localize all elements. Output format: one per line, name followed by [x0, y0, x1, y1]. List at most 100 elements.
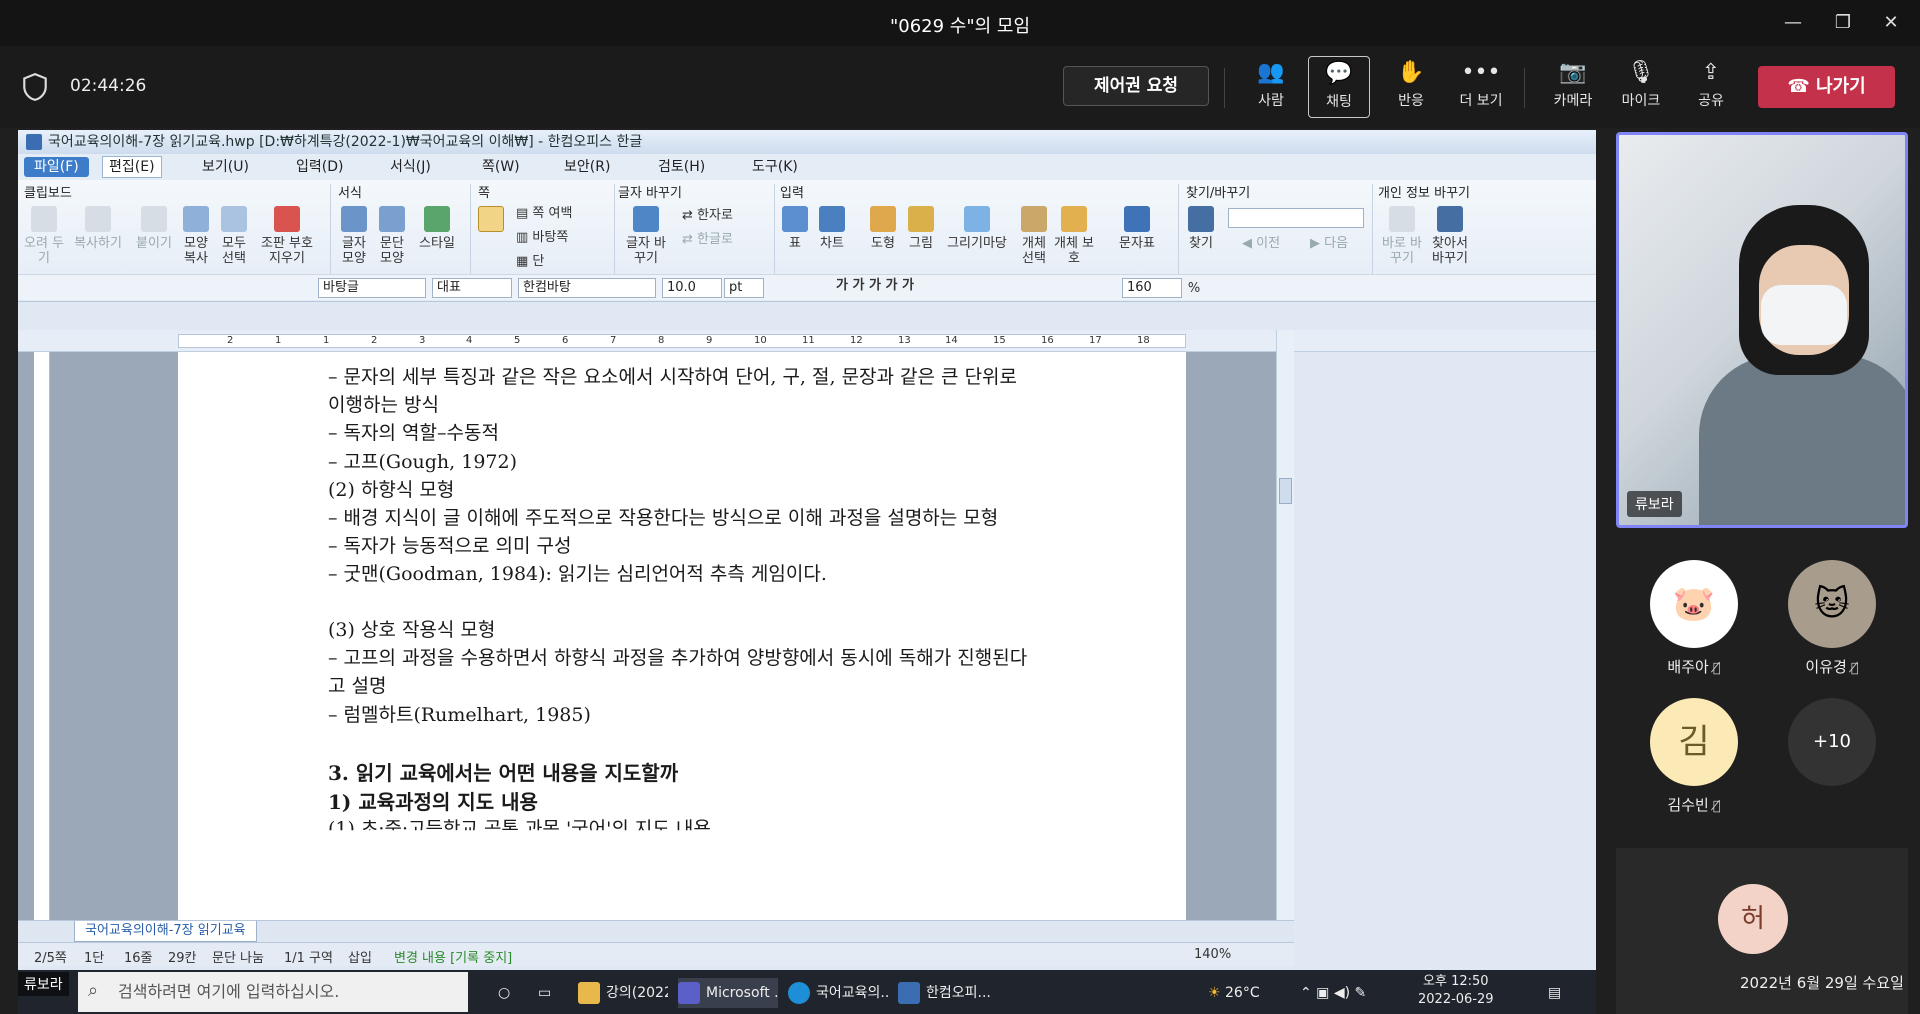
shield-icon	[23, 72, 47, 101]
line-spacing-input[interactable]: 160	[1122, 278, 1182, 298]
menu-input[interactable]: 입력(D)	[296, 154, 343, 180]
table-button[interactable]: 표	[780, 206, 810, 251]
avatar-lower[interactable]: 허	[1718, 884, 1788, 954]
close-icon[interactable]: ✕	[1868, 10, 1914, 36]
style-icon	[424, 206, 450, 232]
minimize-icon[interactable]: —	[1770, 10, 1816, 36]
mic-button[interactable]: 🎙 마이크	[1606, 56, 1676, 118]
char-convert-button[interactable]: 글자 바꾸기	[622, 206, 670, 266]
scroll-thumb[interactable]	[1279, 478, 1292, 504]
menu-page[interactable]: 쪽(W)	[482, 154, 520, 180]
drawing-button[interactable]: 그리기마당	[942, 206, 1012, 251]
video-person	[1699, 355, 1905, 525]
share-button[interactable]: ⇪ 공유	[1676, 56, 1746, 118]
request-control-button[interactable]: 제어권 요청	[1063, 66, 1209, 106]
document-page[interactable]: – 문자의 세부 특징과 같은 작은 요소에서 시작하여 단어, 구, 절, 문…	[178, 352, 1186, 958]
ruler-tick: 4	[466, 335, 473, 346]
paste-label: 붙이기	[136, 236, 172, 251]
chat-button[interactable]: 💬 채팅	[1308, 56, 1370, 118]
find-button[interactable]: 찾기	[1186, 206, 1216, 251]
menu-security[interactable]: 보안(R)	[564, 154, 610, 180]
tray-icons[interactable]: ⌃ ▣ ◀) ✎	[1300, 978, 1366, 1008]
find-prev-label: 이전	[1256, 236, 1281, 251]
menu-file[interactable]: 파일(F)	[24, 157, 89, 177]
para-shape-label: 문단 모양	[380, 236, 404, 266]
object-select-button[interactable]: 개체 선택	[1016, 206, 1052, 266]
find-prev-button[interactable]: ◀ 이전	[1228, 236, 1294, 251]
select-all-button[interactable]: 모두 선택	[216, 206, 252, 266]
doc-line: (2) 하향식 모형	[328, 479, 455, 501]
people-button[interactable]: 👥 사람	[1236, 56, 1306, 118]
object-protect-button[interactable]: 개체 보호	[1054, 206, 1094, 266]
weather-widget[interactable]: ☀ 26°C	[1208, 978, 1260, 1008]
menu-tools[interactable]: 도구(K)	[752, 154, 798, 180]
hanja-button[interactable]: ⇄ 한자로	[682, 208, 762, 223]
taskbar-item-folder[interactable]: 강의(2022...	[578, 978, 668, 1008]
page-button[interactable]	[476, 206, 506, 236]
menu-format[interactable]: 서식(J)	[390, 154, 431, 180]
more-participants[interactable]: +10	[1788, 698, 1876, 786]
para-shape-button[interactable]: 문단 모양	[374, 206, 410, 266]
font-size-input[interactable]: 10.0	[662, 278, 722, 298]
char-shape-button[interactable]: 글자 모양	[336, 206, 372, 266]
taskbar-item-hwp[interactable]: 한컴오피...	[898, 978, 998, 1008]
shape-copy-label: 모양 복사	[184, 236, 208, 266]
ruler-tick: 8	[658, 335, 665, 346]
menu-view[interactable]: 보기(U)	[202, 154, 249, 180]
char-table-button[interactable]: 문자표	[1114, 206, 1160, 251]
avatar-1[interactable]: 🐷	[1650, 560, 1738, 648]
unit-select[interactable]: pt	[724, 278, 764, 298]
find-replace-button[interactable]: 찾아서 바꾸기	[1428, 206, 1472, 266]
participant-3-name: 김수빈	[1667, 796, 1709, 814]
menu-review[interactable]: 검토(H)	[658, 154, 705, 180]
char-shape-label: 글자 모양	[342, 236, 366, 266]
style-button[interactable]: 스타일	[412, 206, 462, 251]
cortana-icon[interactable]: ○	[498, 978, 510, 1008]
notification-icon[interactable]: ▤	[1548, 978, 1561, 1008]
taskbar-item-teams[interactable]: Microsoft ...	[678, 978, 778, 1008]
more-button[interactable]: ••• 더 보기	[1446, 56, 1516, 118]
taskbar-item-edge[interactable]: 국어교육의...	[788, 978, 888, 1008]
find-next-button[interactable]: ▶ 다음	[1296, 236, 1362, 251]
avatar-3[interactable]: 김	[1650, 698, 1738, 786]
style-select[interactable]: 바탕글	[318, 278, 426, 298]
background-page-button[interactable]: ▥ 바탕쪽	[516, 230, 608, 245]
camera-button[interactable]: 📷 카메라	[1538, 56, 1608, 118]
mic-off-icon: 🎙̸	[1712, 661, 1721, 676]
clear-codes-button[interactable]: 조판 부호 지우기	[256, 206, 318, 266]
chart-button[interactable]: 차트	[814, 206, 850, 251]
copy-button[interactable]: 복사하기	[68, 206, 128, 251]
status-zoom[interactable]: 140%	[1194, 947, 1231, 962]
presenter-name: 류보라	[1627, 491, 1682, 517]
text-style-buttons[interactable]: 가 가 가 가 가	[836, 278, 956, 293]
hangul-button[interactable]: ⇄ 한글로	[682, 232, 762, 247]
arrow-left-icon: ◀	[1241, 236, 1257, 251]
taskview-icon[interactable]: ▭	[538, 978, 551, 1008]
status-column: 1단	[84, 951, 105, 966]
leave-button[interactable]: ☎ 나가기	[1758, 66, 1895, 108]
presenter-video[interactable]: 류보라	[1616, 132, 1908, 528]
picture-button[interactable]: 그림	[904, 206, 938, 251]
avatar-2[interactable]: 🐱	[1788, 560, 1876, 648]
taskbar-search[interactable]: 검색하려면 여기에 입력하십시오.	[78, 972, 468, 1012]
reaction-button[interactable]: ✋ 반응	[1376, 56, 1446, 118]
status-section: 1/1 구역	[284, 951, 333, 966]
page-margin-button[interactable]: ▤ 쪽 여백	[516, 206, 608, 221]
ruler-tick: 14	[945, 335, 958, 346]
shape-copy-button[interactable]: 모양 복사	[178, 206, 214, 266]
find-input[interactable]	[1228, 208, 1364, 228]
doc-tab[interactable]: 국어교육의이해-7장 읽기교육	[74, 921, 257, 942]
maximize-icon[interactable]: ❐	[1820, 10, 1866, 36]
mic-off-icon: 🎙̸	[1850, 661, 1859, 676]
shape-button[interactable]: 도형	[866, 206, 900, 251]
vertical-scrollbar[interactable]	[1276, 330, 1294, 958]
paste-button[interactable]: 붙이기	[130, 206, 178, 251]
font-select[interactable]: 한컴바탕	[518, 278, 656, 298]
column-button[interactable]: ▦ 단	[516, 254, 608, 269]
status-track: 변경 내용 [기록 중지]	[394, 951, 513, 966]
cut-button[interactable]: 오려 두기	[24, 206, 64, 266]
menu-edit[interactable]: 편집(E)	[102, 156, 162, 178]
chat-label: 채팅	[1326, 94, 1352, 110]
replace-button[interactable]: 바로 바꾸기	[1380, 206, 1424, 266]
language-select[interactable]: 대표	[432, 278, 512, 298]
